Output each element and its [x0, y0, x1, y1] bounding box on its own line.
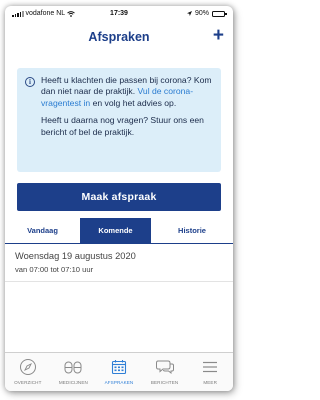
calendar-icon	[111, 360, 127, 375]
nav-label: MEDICIJNEN	[58, 380, 88, 385]
nav-label: MEER	[203, 380, 218, 385]
nav-afspraken[interactable]: AFSPRAKEN	[96, 353, 142, 391]
menu-icon	[203, 361, 218, 373]
location-arrow-icon	[186, 11, 192, 16]
info-text-tail: en volg het advies op.	[90, 97, 177, 108]
info-paragraph-1: Heeft u klachten die passen bij corona? …	[41, 75, 213, 109]
nav-berichten[interactable]: BERICHTEN	[142, 353, 188, 391]
status-bar: vodafone NL 17:39 90%	[5, 6, 233, 21]
appointment-time: van 07:00 tot 07:10 uur	[15, 265, 94, 274]
battery-percent: 90%	[194, 10, 209, 17]
bottom-nav: OVERZICHT MEDICIJNEN AFSPRAKEN BERICHTEN…	[5, 352, 233, 391]
compass-icon	[19, 359, 36, 375]
nav-meer[interactable]: MEER	[187, 353, 233, 391]
appointment-item[interactable]: Woensdag 19 augustus 2020 van 07:00 tot …	[5, 244, 233, 282]
status-right: 90%	[186, 10, 227, 17]
tab-komende[interactable]: Komende	[80, 218, 151, 243]
info-icon: i	[25, 77, 35, 87]
tab-historie[interactable]: Historie	[151, 218, 233, 243]
corona-info-box: i Heeft u klachten die passen bij corona…	[17, 68, 221, 172]
chat-icon	[155, 360, 174, 375]
info-paragraph-2: Heeft u daarna nog vragen? Stuur ons een…	[41, 115, 204, 137]
phone-screen: vodafone NL 17:39 90% Afspraken + i Heef…	[5, 6, 233, 391]
make-appointment-button[interactable]: Maak afspraak	[17, 183, 221, 211]
nav-overzicht[interactable]: OVERZICHT	[5, 353, 51, 391]
appointment-date: Woensdag 19 augustus 2020	[15, 251, 136, 261]
pills-icon	[64, 361, 82, 374]
nav-label: AFSPRAKEN	[104, 380, 134, 385]
add-appointment-button[interactable]: +	[213, 26, 224, 45]
appointment-tabs: Vandaag Komende Historie	[5, 218, 233, 244]
page-title: Afspraken	[88, 30, 150, 44]
nav-label: OVERZICHT	[14, 380, 42, 385]
battery-icon	[212, 10, 227, 17]
nav-label: BERICHTEN	[150, 380, 179, 385]
nav-medicijnen[interactable]: MEDICIJNEN	[51, 353, 97, 391]
header: Afspraken +	[5, 21, 233, 59]
tab-vandaag[interactable]: Vandaag	[5, 218, 80, 243]
